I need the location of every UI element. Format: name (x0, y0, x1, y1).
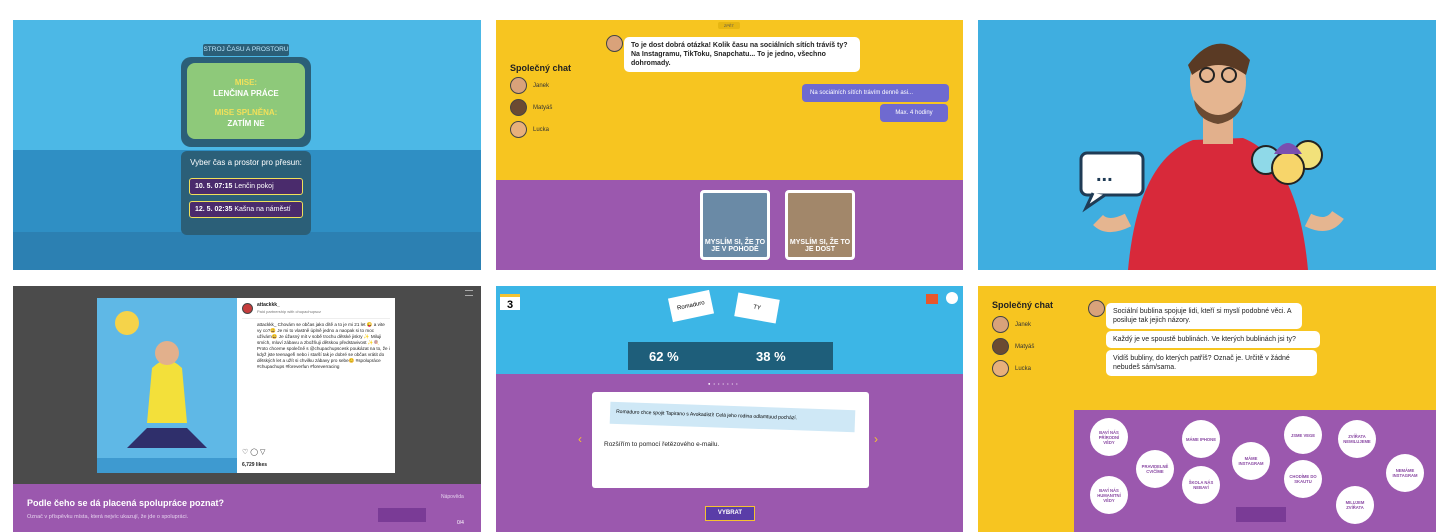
avatar (510, 77, 527, 94)
presenter-video-panel: ... (978, 20, 1436, 270)
chat-message: Každý je ve spoustě bublinách. Ve kterýc… (1106, 331, 1320, 348)
post-header: attackkk_ Paid partnership with chupachu… (242, 302, 390, 315)
post-details: attackkk_ Paid partnership with chupachu… (237, 298, 395, 473)
task-title: Podle čeho se dá placená spolupráce pozn… (27, 498, 225, 508)
paid-partnership-label[interactable]: Paid partnership with chupachupscz (257, 309, 321, 316)
done-label: MISE SPLNĚNA: (214, 108, 278, 117)
meme-card[interactable]: MYSLÍM SI, ŽE TO JE DOST (785, 190, 855, 260)
highlighted-statement: Romaduro chce spojit Tapirano s Avokadis… (609, 401, 856, 433)
influencer-photo (97, 311, 237, 473)
social-chat-panel: ZPĚT Společný chat Janek Matyáš Lucka To… (496, 20, 963, 270)
next-arrow-icon[interactable]: › (874, 432, 878, 446)
share-icon[interactable]: ▽ (260, 449, 265, 456)
presenter-illustration (1079, 43, 1344, 270)
participant: Matyáš (992, 338, 1034, 355)
flag-icon[interactable] (926, 294, 938, 304)
avatar (510, 121, 527, 138)
post-actions: ♡ ◯ ▽ (242, 449, 265, 457)
interest-bubble[interactable]: JSME VEGE (1284, 416, 1322, 454)
heart-icon[interactable]: ♡ (242, 449, 248, 456)
interest-bubble[interactable]: ŠKOLA NÁS NEBAVÍ (1182, 466, 1220, 504)
interest-bubble[interactable]: PRAVIDELNĚ CVIČÍME (1136, 450, 1174, 488)
menu-icon[interactable] (465, 290, 473, 296)
interest-bubble[interactable]: BAVÍ NÁS PŘÍRODNÍ VĚDY (1090, 418, 1128, 456)
mission-label: MISE: (234, 78, 258, 87)
likes-count[interactable]: 6,729 likes (242, 462, 267, 469)
interest-bubble[interactable]: MÁME INSTAGRAM (1232, 442, 1270, 480)
participants-list: Janek Matyáš Lucka (992, 316, 1034, 377)
answer-option[interactable]: Na sociálních sítích trávím denně asi... (802, 84, 949, 102)
vote-card[interactable]: Romaduro (667, 289, 715, 323)
avatar (1088, 300, 1105, 317)
meme-card[interactable]: MYSLÍM SI, ŽE TO JE V POHODĚ (700, 190, 770, 260)
time-machine-panel: STROJ ČASU A PROSTORU MISE: LENČINA PRÁC… (13, 20, 481, 270)
choice-card[interactable]: Romaduro chce spojit Tapirano s Avokadis… (592, 392, 869, 488)
avatar (992, 316, 1009, 333)
participants-list: Janek Matyáš Lucka (510, 77, 552, 138)
interest-bubble[interactable]: MÁME IPHONE (1182, 420, 1220, 458)
participant: Lucka (992, 360, 1034, 377)
post-photo[interactable] (97, 298, 237, 473)
destination-selector: Vyber čas a prostor pro přesun: 10. 5. 0… (181, 151, 311, 235)
comment-icon[interactable]: ◯ (250, 449, 258, 456)
avatar (510, 99, 527, 116)
interest-bubble[interactable]: MILUJEM ZVÍŘATA (1336, 486, 1374, 524)
submit-button[interactable] (1236, 507, 1286, 522)
sidebar-title: Společný chat (992, 300, 1054, 310)
chat-message: Sociální bublina spojuje lidi, kteří si … (1106, 303, 1302, 329)
voting-panel: 3 Romaduro TY 62 % 38 % ● • • • • • • Ro… (496, 286, 963, 532)
ground (13, 232, 481, 270)
choice-answer: Rozšířím to pomocí řetězového e-mailu. (604, 441, 720, 448)
help-link[interactable]: Nápověda (441, 494, 464, 500)
prev-arrow-icon[interactable]: ‹ (578, 432, 582, 446)
destination-option[interactable]: 12. 5. 02:35 Kašna na náměstí (189, 201, 303, 218)
select-button[interactable]: VYBRAT (705, 506, 755, 521)
social-bubble-panel: Společný chat Janek Matyáš Lucka Sociáln… (978, 286, 1436, 532)
avatar (992, 338, 1009, 355)
submit-button[interactable] (378, 508, 426, 522)
interest-bubble[interactable]: CHODÍME DO SKAUTU (1284, 460, 1322, 498)
avatar (606, 35, 623, 52)
percent-right: 38 % (756, 349, 786, 364)
participant: Janek (510, 77, 552, 94)
task-bar: Podle čeho se dá placená spolupráce pozn… (13, 484, 481, 532)
participant: Lucka (510, 121, 552, 138)
interest-bubble[interactable]: ZVÍŘATA NEMILUJEME (1338, 420, 1376, 458)
percent-left: 62 % (649, 349, 679, 364)
vote-card[interactable]: TY (734, 292, 780, 324)
post-caption[interactable]: attackkk_ Chovám se občas jako dítě a to… (242, 322, 390, 370)
avatar (992, 360, 1009, 377)
interest-bubble[interactable]: NEMÁME INSTAGRAM (1386, 454, 1424, 492)
pagination-dots[interactable]: ● • • • • • • (708, 381, 739, 386)
sidebar-title: Společný chat (510, 63, 572, 73)
back-tag[interactable]: ZPĚT (718, 22, 740, 29)
question-message: To je dost dobrá otázka! Kolik času na s… (624, 37, 860, 72)
machine-screen: MISE: LENČINA PRÁCE MISE SPLNĚNA: ZATÍM … (187, 63, 305, 139)
avatar (242, 303, 253, 314)
machine-sign: STROJ ČASU A PROSTORU (203, 44, 289, 56)
profile-icon[interactable] (946, 292, 958, 304)
interest-bubble[interactable]: BAVÍ NÁS HUMANITNÍ VĚDY (1090, 476, 1128, 514)
answer-option[interactable]: Max. 4 hodiny (880, 104, 948, 122)
instagram-exercise-panel: attackkk_ Paid partnership with chupachu… (13, 286, 481, 532)
level-badge: 3 (500, 294, 520, 311)
machine-monitor: MISE: LENČINA PRÁCE MISE SPLNĚNA: ZATÍM … (181, 57, 311, 147)
task-subtitle: Označ v příspěvku místa, která nejvíc uk… (27, 514, 189, 520)
mission-value: LENČINA PRÁCE (213, 89, 279, 98)
speech-dots: ... (1096, 164, 1113, 186)
selector-prompt: Vyber čas a prostor pro přesun: (190, 158, 302, 167)
progress-counter: 0/4 (457, 520, 464, 526)
chat-message: Vidíš bubliny, do kterých patříš? Označ … (1106, 350, 1317, 376)
done-value: ZATÍM NE (227, 119, 265, 128)
destination-option[interactable]: 10. 5. 07:15 Lenčin pokoj (189, 178, 303, 195)
participant: Matyáš (510, 99, 552, 116)
participant: Janek (992, 316, 1034, 333)
